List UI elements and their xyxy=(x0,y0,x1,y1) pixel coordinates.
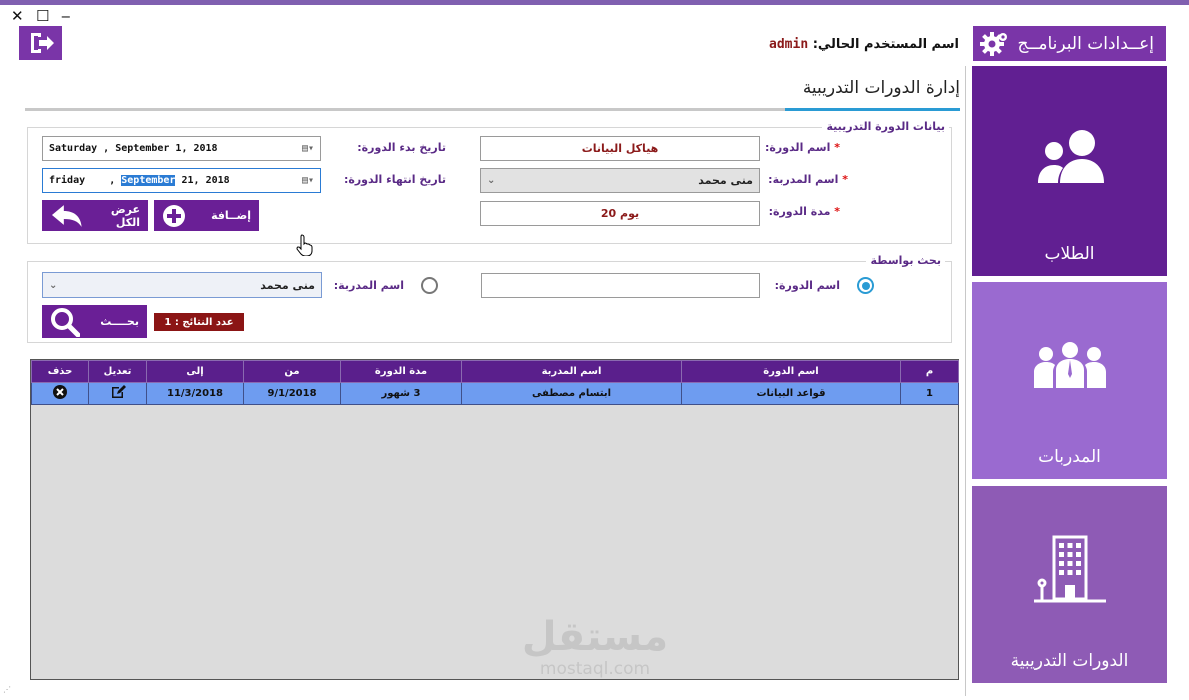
gear-icon xyxy=(980,31,1007,56)
grid-header-from[interactable]: من xyxy=(243,360,341,383)
trainer-required: * xyxy=(842,173,848,186)
search-icon xyxy=(51,307,80,337)
sidebar-tile-trainers-label: المدربات xyxy=(1038,447,1101,467)
chevron-down-icon: ⌄ xyxy=(487,175,496,186)
close-window-button[interactable]: ✕ xyxy=(11,8,24,24)
search-group-title: بحث بواسطة xyxy=(866,254,945,267)
grid-header-course-name[interactable]: اسم الدورة xyxy=(681,360,901,383)
grid-header-to[interactable]: إلى xyxy=(146,360,244,383)
settings-button[interactable]: إعــدادات البرنامــج xyxy=(973,26,1166,61)
search-trainer-label: اسم المدربة: xyxy=(333,279,404,292)
sidebar-divider xyxy=(965,66,966,696)
end-date-month: September xyxy=(121,175,176,186)
show-all-button[interactable]: عرض الكل xyxy=(42,200,148,231)
back-arrow-icon xyxy=(51,204,82,227)
sidebar-tile-students-label: الطلاب xyxy=(1044,244,1095,264)
cell-course-name[interactable]: قواعد البيانات xyxy=(681,382,901,405)
sidebar-tile-students[interactable]: الطلاب xyxy=(972,66,1167,276)
sidebar-tile-trainers[interactable]: المدربات xyxy=(972,282,1167,479)
add-button[interactable]: إضــافة xyxy=(154,200,259,231)
search-by-course-radio[interactable] xyxy=(857,277,874,294)
search-button[interactable]: بحــــث xyxy=(42,305,147,338)
window-top-border xyxy=(0,0,1189,5)
calendar-icon: ▤▾ xyxy=(301,143,314,154)
delete-icon[interactable] xyxy=(52,384,68,400)
search-trainer-select[interactable]: منى محمد ⌄ xyxy=(42,272,322,298)
end-date-picker[interactable]: friday , September 21, 2018 ▤▾ xyxy=(42,168,321,193)
trainer-select-value: منى محمد xyxy=(698,174,753,187)
search-button-label: بحــــث xyxy=(100,315,139,328)
courses-grid: م اسم الدورة اسم المدربة مدة الدورة من إ… xyxy=(30,359,959,680)
start-date-label: تاريخ بدء الدورة: xyxy=(357,141,446,154)
cell-duration[interactable]: 3 شهور xyxy=(340,382,462,405)
title-tab-accent xyxy=(785,108,960,111)
duration-input[interactable]: 20 يوم xyxy=(480,201,760,226)
grid-header-delete[interactable]: حذف xyxy=(31,360,89,383)
grid-header-trainer[interactable]: اسم المدربة xyxy=(461,360,682,383)
course-name-input[interactable]: هياكل البيانات xyxy=(480,136,760,161)
start-date-value: Saturday , September 1, 2018 xyxy=(49,143,218,154)
search-by-trainer-radio[interactable] xyxy=(421,277,438,294)
grid-header-edit[interactable]: تعديل xyxy=(88,360,147,383)
grid-header-duration[interactable]: مدة الدورة xyxy=(340,360,462,383)
watermark-url: mostaql.com xyxy=(539,659,651,679)
course-name-required: * xyxy=(834,141,840,154)
cell-trainer[interactable]: ابتسام مصطفى xyxy=(461,382,682,405)
duration-label-text: مدة الدورة: xyxy=(768,205,831,218)
grid-header-row: م اسم الدورة اسم المدربة مدة الدورة من إ… xyxy=(31,360,959,383)
start-date-picker[interactable]: Saturday , September 1, 2018 ▤▾ xyxy=(42,136,321,161)
maximize-window-button[interactable]: ☐ xyxy=(36,8,49,24)
course-data-group-title: بيانات الدورة التدريبية xyxy=(822,120,949,133)
watermark: مستقل mostaql.com xyxy=(520,615,670,679)
current-user-label: اسم المستخدم الحالي: xyxy=(812,37,959,52)
watermark-logo-text: مستقل xyxy=(521,614,669,660)
end-date-value: friday , September 21, 2018 xyxy=(49,175,230,186)
trainer-label: * اسم المدربة: xyxy=(768,173,848,186)
current-user: اسم المستخدم الحالي: admin xyxy=(769,37,959,52)
search-course-label: اسم الدورة: xyxy=(774,279,840,292)
table-row[interactable]: 1 قواعد البيانات ابتسام مصطفى 3 شهور 9/1… xyxy=(31,382,959,405)
duration-required: * xyxy=(834,205,840,218)
cell-index[interactable]: 1 xyxy=(900,382,959,405)
course-name-label-text: اسم الدورة: xyxy=(765,141,831,154)
team-icon xyxy=(1033,341,1106,388)
sidebar-tile-courses[interactable]: الدورات التدريبية xyxy=(972,486,1167,683)
current-username: admin xyxy=(769,37,809,52)
building-icon xyxy=(1033,535,1106,602)
end-date-rest: 21, 2018 xyxy=(181,175,230,186)
users-icon xyxy=(1037,130,1104,183)
courses-table: م اسم الدورة اسم المدربة مدة الدورة من إ… xyxy=(31,360,959,405)
search-course-input[interactable] xyxy=(481,273,760,298)
sidebar-tile-courses-label: الدورات التدريبية xyxy=(1010,651,1129,671)
end-date-label: تاريخ انتهاء الدورة: xyxy=(343,173,446,186)
add-button-label: إضــافة xyxy=(211,209,251,222)
show-all-button-label: عرض الكل xyxy=(110,202,140,229)
cell-delete[interactable] xyxy=(31,382,89,405)
chevron-down-icon: ⌄ xyxy=(49,279,58,291)
plus-circle-icon xyxy=(163,204,185,227)
course-name-label: * اسم الدورة: xyxy=(765,141,840,154)
settings-label: إعــدادات البرنامــج xyxy=(1017,33,1154,54)
results-count-badge: عدد النتائج : 1 xyxy=(154,313,244,331)
search-trainer-value: منى محمد xyxy=(260,278,315,292)
minimize-window-button[interactable]: ‒ xyxy=(61,8,71,24)
resize-grip[interactable]: ⋰ xyxy=(3,685,13,695)
hand-cursor-icon xyxy=(296,234,313,256)
trainer-select[interactable]: منى محمد ⌄ xyxy=(480,168,760,193)
grid-header-index[interactable]: م xyxy=(900,360,959,383)
edit-icon[interactable] xyxy=(110,384,126,400)
calendar-icon: ▤▾ xyxy=(301,175,314,186)
trainer-label-text: اسم المدربة: xyxy=(768,173,839,186)
cell-from[interactable]: 9/1/2018 xyxy=(243,382,341,405)
logout-button[interactable] xyxy=(19,26,62,60)
cell-edit[interactable] xyxy=(88,382,147,405)
cell-to[interactable]: 11/3/2018 xyxy=(146,382,244,405)
end-date-day: friday , xyxy=(49,175,116,186)
page-title: إدارة الدورات التدريبية xyxy=(802,78,960,98)
logout-icon xyxy=(30,33,54,53)
duration-label: * مدة الدورة: xyxy=(769,205,840,218)
